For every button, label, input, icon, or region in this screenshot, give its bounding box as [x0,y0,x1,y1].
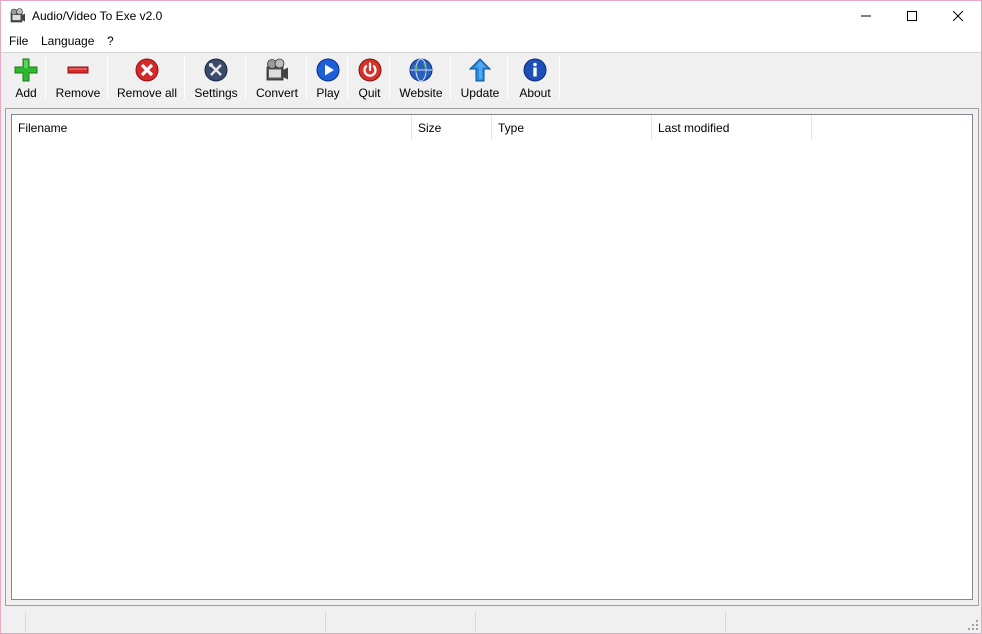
up-arrow-icon [468,58,492,82]
film-reel-icon [10,8,25,23]
convert-label: Convert [255,86,299,100]
remove-button[interactable]: Remove [51,55,105,101]
settings-button[interactable]: Settings [191,55,241,101]
title-bar[interactable]: Audio/Video To Exe v2.0 [1,1,981,32]
toolbar-separator [347,57,348,99]
toolbar-separator [306,57,307,99]
play-icon [316,58,340,82]
update-label: Update [460,86,500,100]
remove-label: Remove [55,86,101,100]
plus-icon [14,58,38,82]
globe-icon [409,58,433,82]
minimize-button[interactable] [843,1,889,31]
power-icon [358,58,381,82]
column-header-size[interactable]: Size [412,115,492,140]
column-header-type[interactable]: Type [492,115,652,140]
remove-all-icon [135,58,159,82]
resize-grip-icon[interactable] [967,619,979,631]
add-button[interactable]: Add [10,55,42,101]
status-panel [725,612,965,632]
toolbar-separator [107,57,108,99]
menu-language[interactable]: Language [41,34,94,48]
add-label: Add [15,86,37,100]
column-header-filename[interactable]: Filename [12,115,412,140]
website-label: Website [399,86,443,100]
maximize-icon [907,11,917,21]
file-list[interactable]: Filename Size Type Last modified [11,114,973,600]
quit-label: Quit [358,86,381,100]
maximize-button[interactable] [889,1,935,31]
about-label: About [519,86,551,100]
play-label: Play [316,86,340,100]
settings-label: Settings [194,86,238,100]
status-panel [25,612,325,632]
quit-button[interactable]: Quit [354,55,385,101]
app-window: Audio/Video To Exe v2.0 File Language ? [0,0,982,634]
close-icon [953,11,963,21]
file-list-frame: Filename Size Type Last modified [5,108,979,606]
status-panel [325,612,475,632]
remove-all-label: Remove all [116,86,178,100]
tools-icon [204,58,228,82]
minus-icon [67,66,89,74]
update-button[interactable]: Update [457,55,503,101]
play-button[interactable]: Play [313,55,343,101]
menu-bar: File Language ? [1,32,981,52]
status-bar [1,610,981,633]
toolbar-separator [450,57,451,99]
status-panel [475,612,725,632]
toolbar: Add Remove Remove all Settings Convert P… [1,52,981,104]
remove-all-button[interactable]: Remove all [114,55,180,101]
close-button[interactable] [935,1,981,31]
film-reel-icon [266,58,288,81]
convert-button[interactable]: Convert [252,55,302,101]
minimize-icon [861,15,871,17]
column-header-last-modified[interactable]: Last modified [652,115,812,140]
menu-file[interactable]: File [9,34,28,48]
toolbar-separator [45,57,46,99]
toolbar-separator [184,57,185,99]
toolbar-separator [559,57,560,99]
menu-help[interactable]: ? [107,34,114,48]
window-title: Audio/Video To Exe v2.0 [32,9,163,23]
info-icon [523,58,547,82]
toolbar-separator [507,57,508,99]
toolbar-separator [389,57,390,99]
about-button[interactable]: About [514,55,556,101]
website-button[interactable]: Website [397,55,445,101]
toolbar-separator [245,57,246,99]
list-header: Filename Size Type Last modified [12,115,812,140]
